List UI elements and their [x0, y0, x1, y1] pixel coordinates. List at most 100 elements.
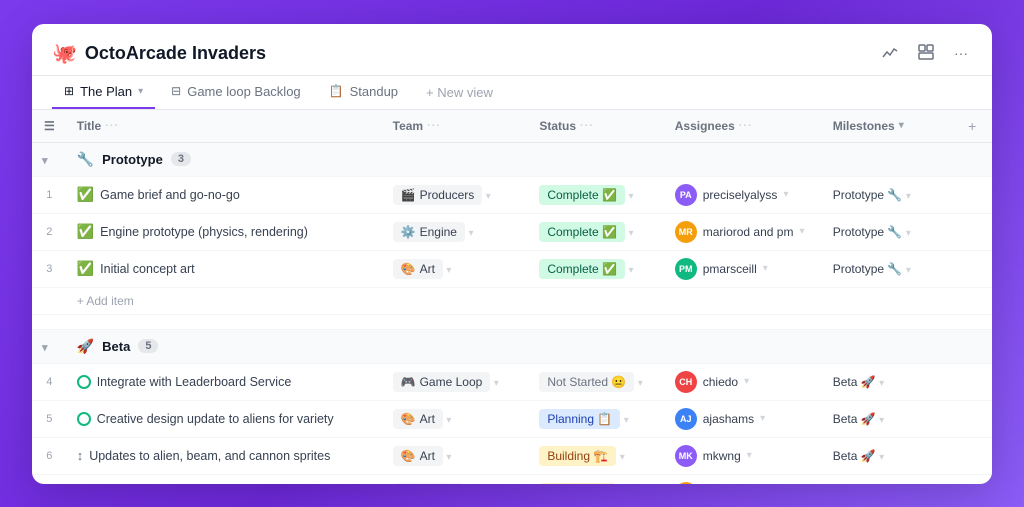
team-caret[interactable]: ▾	[486, 191, 491, 202]
th-team: Team ···	[383, 110, 530, 143]
milestone-caret[interactable]: ▾	[906, 265, 911, 276]
team-emoji: ⚙️	[401, 225, 416, 239]
item-title[interactable]: Updates to alien, beam, and cannon sprit…	[89, 449, 330, 463]
team-label: Art	[420, 412, 435, 426]
title-cell: ✅ Engine prototype (physics, rendering)	[67, 213, 383, 250]
group-caret-icon[interactable]: ▾	[42, 342, 48, 354]
status-caret[interactable]: ▾	[628, 191, 633, 202]
milestone-badge[interactable]: Prototype 🔧	[833, 262, 903, 276]
more-icon[interactable]: ···	[950, 41, 972, 65]
title-cell: Update to collision logic	[67, 474, 383, 484]
group-emoji: 🚀	[77, 338, 94, 355]
assignee-caret[interactable]: ▾	[763, 263, 768, 274]
tab-game-loop-backlog[interactable]: ⊟ Game loop Backlog	[159, 76, 313, 109]
team-emoji: 🎬	[401, 188, 416, 202]
milestone-badge[interactable]: Prototype 🔧	[833, 225, 903, 239]
milestone-caret[interactable]: ▾	[879, 452, 884, 463]
milestones-sort-icon[interactable]: ▾	[899, 120, 904, 131]
milestone-caret[interactable]: ▾	[879, 378, 884, 389]
team-badge[interactable]: ⚙️ Engine	[393, 222, 465, 242]
team-badge[interactable]: 🎨 Art	[393, 259, 443, 279]
avatar: PA	[675, 184, 697, 206]
item-title[interactable]: Engine prototype (physics, rendering)	[100, 225, 308, 239]
milestone-badge[interactable]: Beta 🚀	[833, 449, 876, 463]
team-badge[interactable]: 🎨 Art	[393, 409, 443, 429]
table-row: 6 ↕ Updates to alien, beam, and cannon s…	[32, 437, 992, 474]
add-item-cell[interactable]: + Add item	[67, 287, 992, 314]
milestone-badge[interactable]: Beta 🚀	[833, 412, 876, 426]
status-badge[interactable]: Complete ✅	[539, 185, 625, 205]
tab-standup[interactable]: 📋 Standup	[317, 76, 410, 109]
table-row: 7 Update to collision logic ⚙️ Engine ▾ …	[32, 474, 992, 484]
row-extra	[958, 400, 992, 437]
th-title-dots[interactable]: ···	[105, 120, 119, 132]
team-badge[interactable]: 🎮 Game Loop	[393, 372, 491, 392]
status-caret[interactable]: ▾	[620, 452, 625, 463]
assignee-name: pmarsceill	[703, 262, 757, 276]
assignee-caret[interactable]: ▾	[747, 450, 752, 461]
header-left: 🐙 OctoArcade Invaders	[52, 41, 266, 66]
th-filter: ☰	[32, 110, 67, 143]
status-badge[interactable]: Not Started 😐	[539, 372, 634, 392]
milestone-badge[interactable]: Prototype 🔧	[833, 188, 903, 202]
avatar: AJ	[675, 408, 697, 430]
team-caret[interactable]: ▾	[468, 228, 473, 239]
group-count: 3	[171, 152, 191, 166]
status-badge[interactable]: Complete ✅	[539, 222, 625, 242]
team-caret[interactable]: ▾	[446, 415, 451, 426]
team-caret[interactable]: ▾	[494, 378, 499, 389]
assignee-cell: PA preciselyalyss ▾	[665, 176, 823, 213]
assignee-cell: PM pmarsceill ▾	[665, 250, 823, 287]
tab-the-plan[interactable]: ⊞ The Plan ▾	[52, 76, 155, 109]
add-item-label[interactable]: + Add item	[77, 294, 134, 308]
milestone-badge[interactable]: Beta 🚀	[833, 375, 876, 389]
th-team-dots[interactable]: ···	[427, 120, 441, 132]
milestone-caret[interactable]: ▾	[906, 228, 911, 239]
assignee-caret[interactable]: ▾	[760, 413, 765, 424]
th-status-dots[interactable]: ···	[580, 120, 594, 132]
status-caret[interactable]: ▾	[638, 378, 643, 389]
status-badge[interactable]: Building 🏗️	[539, 483, 616, 484]
filter-icon[interactable]: ☰	[44, 119, 55, 133]
tab-the-plan-caret: ▾	[138, 86, 143, 97]
team-caret[interactable]: ▾	[446, 265, 451, 276]
status-caret[interactable]: ▾	[628, 265, 633, 276]
team-cell: 🎨 Art ▾	[383, 437, 530, 474]
status-caret[interactable]: ▾	[624, 415, 629, 426]
assignee-caret[interactable]: ▾	[783, 189, 788, 200]
row-extra	[958, 213, 992, 250]
status-badge[interactable]: Building 🏗️	[539, 446, 616, 466]
milestone-cell: Prototype 🔧 ▾	[823, 250, 958, 287]
th-assignees-label: Assignees	[675, 119, 735, 133]
item-title[interactable]: Game brief and go-no-go	[100, 188, 240, 202]
add-column-button[interactable]: +	[968, 118, 976, 134]
tab-new-view[interactable]: + New view	[414, 77, 505, 108]
assignee-caret[interactable]: ▾	[744, 376, 749, 387]
group-caret-icon[interactable]: ▾	[42, 155, 48, 167]
status-badge[interactable]: Complete ✅	[539, 259, 625, 279]
th-milestones: Milestones ▾	[823, 110, 958, 143]
group-row-beta: ▾ 🚀 Beta 5	[32, 329, 992, 363]
th-assignees-dots[interactable]: ···	[739, 120, 753, 132]
item-title[interactable]: Creative design update to aliens for var…	[97, 412, 334, 426]
milestone-caret[interactable]: ▾	[879, 415, 884, 426]
layout-icon[interactable]	[914, 40, 938, 67]
team-badge[interactable]: ⚙️ Engine	[393, 483, 465, 484]
team-label: Producers	[420, 188, 475, 202]
team-badge[interactable]: 🎨 Art	[393, 446, 443, 466]
milestone-caret[interactable]: ▾	[906, 191, 911, 202]
milestone-cell: Beta 🚀 ▾	[823, 400, 958, 437]
row-number: 1	[32, 176, 67, 213]
th-milestones-label: Milestones	[833, 119, 895, 133]
item-title[interactable]: Integrate with Leaderboard Service	[97, 375, 292, 389]
status-caret[interactable]: ▾	[628, 228, 633, 239]
th-status-label: Status	[539, 119, 576, 133]
status-badge[interactable]: Planning 📋	[539, 409, 620, 429]
assignee-caret[interactable]: ▾	[799, 226, 804, 237]
item-title[interactable]: Initial concept art	[100, 262, 195, 276]
team-caret[interactable]: ▾	[446, 452, 451, 463]
chart-icon[interactable]	[878, 40, 902, 67]
team-cell: 🎨 Art ▾	[383, 400, 530, 437]
tabs-bar: ⊞ The Plan ▾ ⊟ Game loop Backlog 📋 Stand…	[32, 76, 992, 110]
team-badge[interactable]: 🎬 Producers	[393, 185, 483, 205]
